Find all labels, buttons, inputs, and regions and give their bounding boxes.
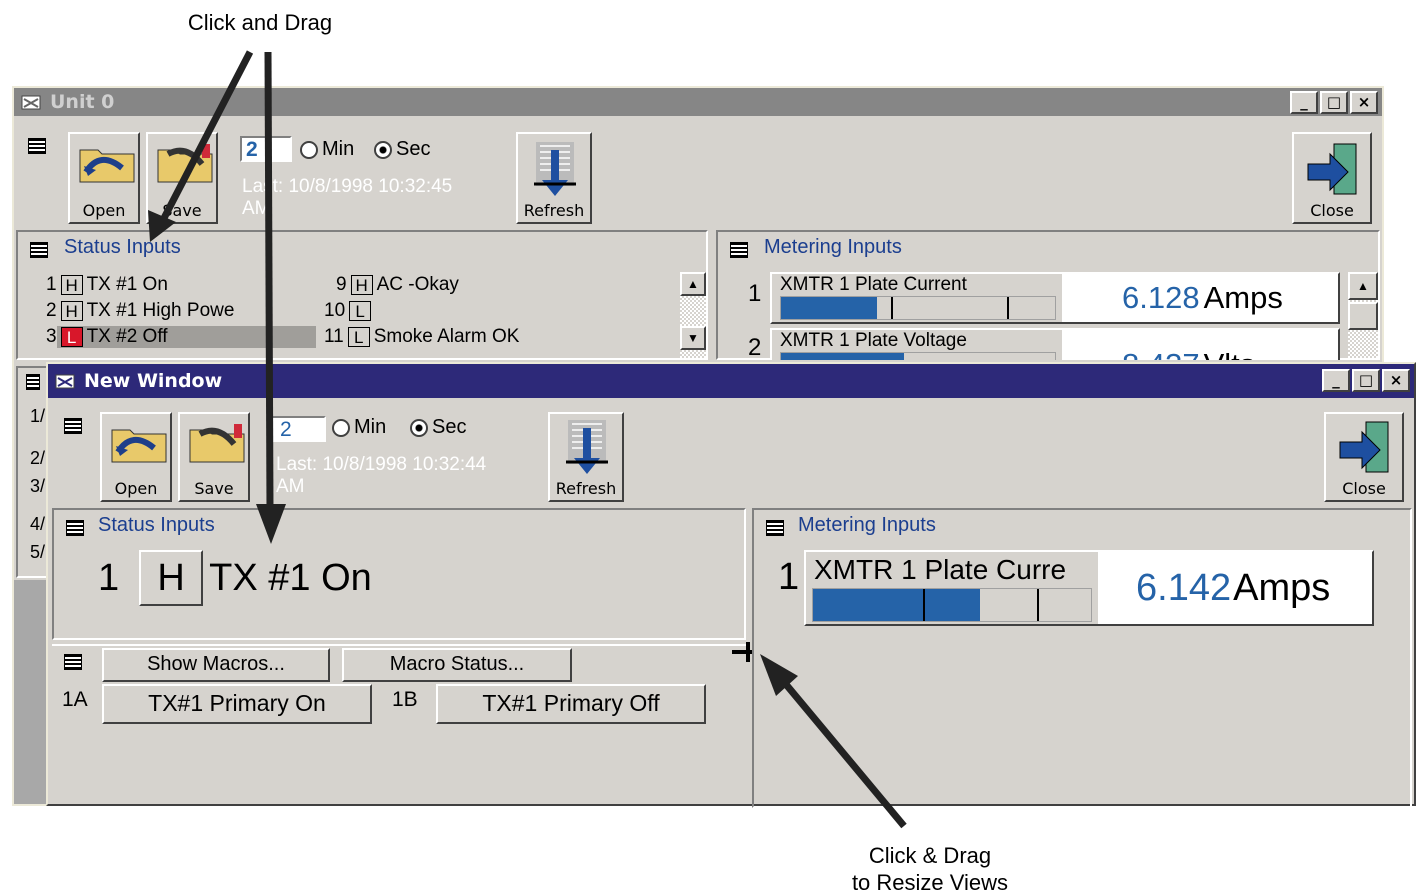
arrow-to-status-view [256, 51, 286, 544]
annotation-arrows [148, 50, 907, 829]
arrow-to-status-title [148, 50, 254, 242]
arrow-to-splitter [760, 654, 907, 829]
